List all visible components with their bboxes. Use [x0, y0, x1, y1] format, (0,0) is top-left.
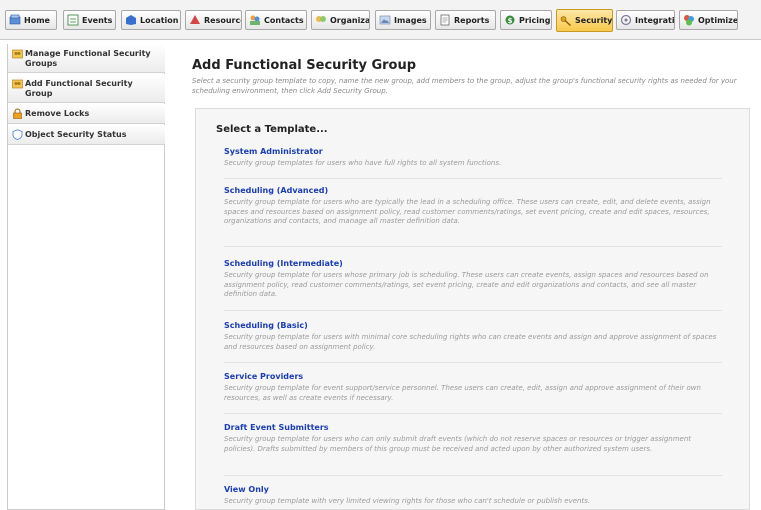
shield-icon — [12, 129, 23, 140]
sidebar-item-add-group[interactable]: Add Functional Security Group — [8, 74, 165, 103]
template-description: Security group template for users whose … — [224, 271, 709, 298]
tab-label: Pricing — [519, 15, 551, 25]
page-title: Add Functional Security Group — [192, 58, 417, 73]
tab-reports[interactable]: Reports — [435, 10, 496, 30]
tab-label: Reports — [454, 15, 490, 25]
template-item: Service Providers Security group templat… — [224, 372, 722, 414]
sidebar-item-label: Manage Functional Security Groups — [25, 49, 151, 68]
sidebar-item-label: Remove Locks — [25, 109, 90, 118]
tab-label: Contacts — [264, 15, 304, 25]
tab-optimize[interactable]: Optimize — [679, 10, 738, 30]
tab-events[interactable]: Events — [63, 10, 116, 30]
group-icon — [12, 49, 23, 59]
select-template-heading: Select a Template... — [216, 124, 328, 135]
tab-home[interactable]: Home — [5, 10, 57, 30]
template-link-system-administrator[interactable]: System Administrator — [224, 147, 722, 156]
tab-contacts[interactable]: Contacts — [245, 10, 307, 30]
images-icon — [379, 15, 391, 25]
top-tab-bar: Home Events Location Resource Contacts O… — [0, 0, 761, 40]
sidebar-item-label: Object Security Status — [25, 130, 127, 139]
template-item: Scheduling (Intermediate) Security group… — [224, 259, 722, 311]
sidebar: Manage Functional Security Groups Add Fu… — [7, 44, 165, 510]
organizations-icon — [316, 16, 326, 22]
template-description: Security group template for users who ar… — [224, 198, 711, 225]
resource-icon — [190, 15, 200, 24]
template-description: Security group template for users who ca… — [224, 435, 692, 453]
template-item: Draft Event Submitters Security group te… — [224, 423, 722, 476]
template-panel: Select a Template... System Administrato… — [195, 108, 750, 510]
tab-images[interactable]: Images — [375, 10, 431, 30]
template-link-scheduling-basic[interactable]: Scheduling (Basic) — [224, 321, 722, 330]
tab-label: Organiza — [330, 15, 370, 25]
template-link-service-providers[interactable]: Service Providers — [224, 372, 722, 381]
template-item: System Administrator Security group temp… — [224, 147, 722, 179]
template-link-draft-event-submitters[interactable]: Draft Event Submitters — [224, 423, 722, 432]
home-icon — [9, 14, 21, 25]
group-add-icon — [12, 79, 23, 89]
tab-pricing[interactable]: $ Pricing — [500, 10, 552, 30]
pricing-icon: $ — [505, 15, 515, 25]
events-icon — [67, 14, 79, 26]
tab-label: Images — [394, 15, 427, 25]
sidebar-item-manage-groups[interactable]: Manage Functional Security Groups — [8, 44, 165, 73]
tab-security[interactable]: Security — [556, 9, 613, 32]
tab-label: Optimize — [698, 15, 738, 25]
optimize-icon — [684, 15, 694, 26]
template-description: Security group template for users with m… — [224, 333, 717, 351]
tab-label: Resource — [204, 15, 242, 25]
template-link-scheduling-advanced[interactable]: Scheduling (Advanced) — [224, 186, 722, 195]
tab-location[interactable]: Location — [121, 10, 181, 30]
template-description: Security group template for event suppor… — [224, 384, 701, 402]
sidebar-item-remove-locks[interactable]: Remove Locks — [8, 104, 165, 124]
template-description: Security group templates for users who h… — [224, 159, 502, 167]
tab-organizations[interactable]: Organiza — [311, 10, 370, 30]
tab-label: Integrati — [635, 15, 675, 25]
tab-label: Home — [24, 15, 50, 25]
tab-label: Events — [82, 15, 113, 25]
template-link-view-only[interactable]: View Only — [224, 485, 722, 494]
sidebar-item-object-security-status[interactable]: Object Security Status — [8, 125, 165, 145]
template-item: Scheduling (Basic) Security group templa… — [224, 321, 722, 363]
template-item: Scheduling (Advanced) Security group tem… — [224, 186, 722, 247]
tab-resource[interactable]: Resource — [185, 10, 242, 30]
template-item: View Only Security group template with v… — [224, 485, 722, 509]
location-icon — [126, 15, 136, 25]
contacts-icon — [250, 15, 260, 25]
reports-icon — [440, 14, 450, 26]
integration-icon — [620, 14, 632, 26]
svg-text:$: $ — [508, 17, 513, 25]
tab-label: Location — [140, 15, 179, 25]
tab-label: Security — [575, 16, 613, 25]
template-link-scheduling-intermediate[interactable]: Scheduling (Intermediate) — [224, 259, 722, 268]
tab-integration[interactable]: Integrati — [616, 10, 675, 30]
sidebar-item-label: Add Functional Security Group — [25, 79, 133, 98]
page-description: Select a security group template to copy… — [192, 77, 737, 95]
template-description: Security group template with very limite… — [224, 497, 591, 505]
lock-icon — [13, 108, 22, 119]
main-content: Add Functional Security Group Select a s… — [178, 44, 754, 510]
key-icon — [560, 15, 571, 26]
